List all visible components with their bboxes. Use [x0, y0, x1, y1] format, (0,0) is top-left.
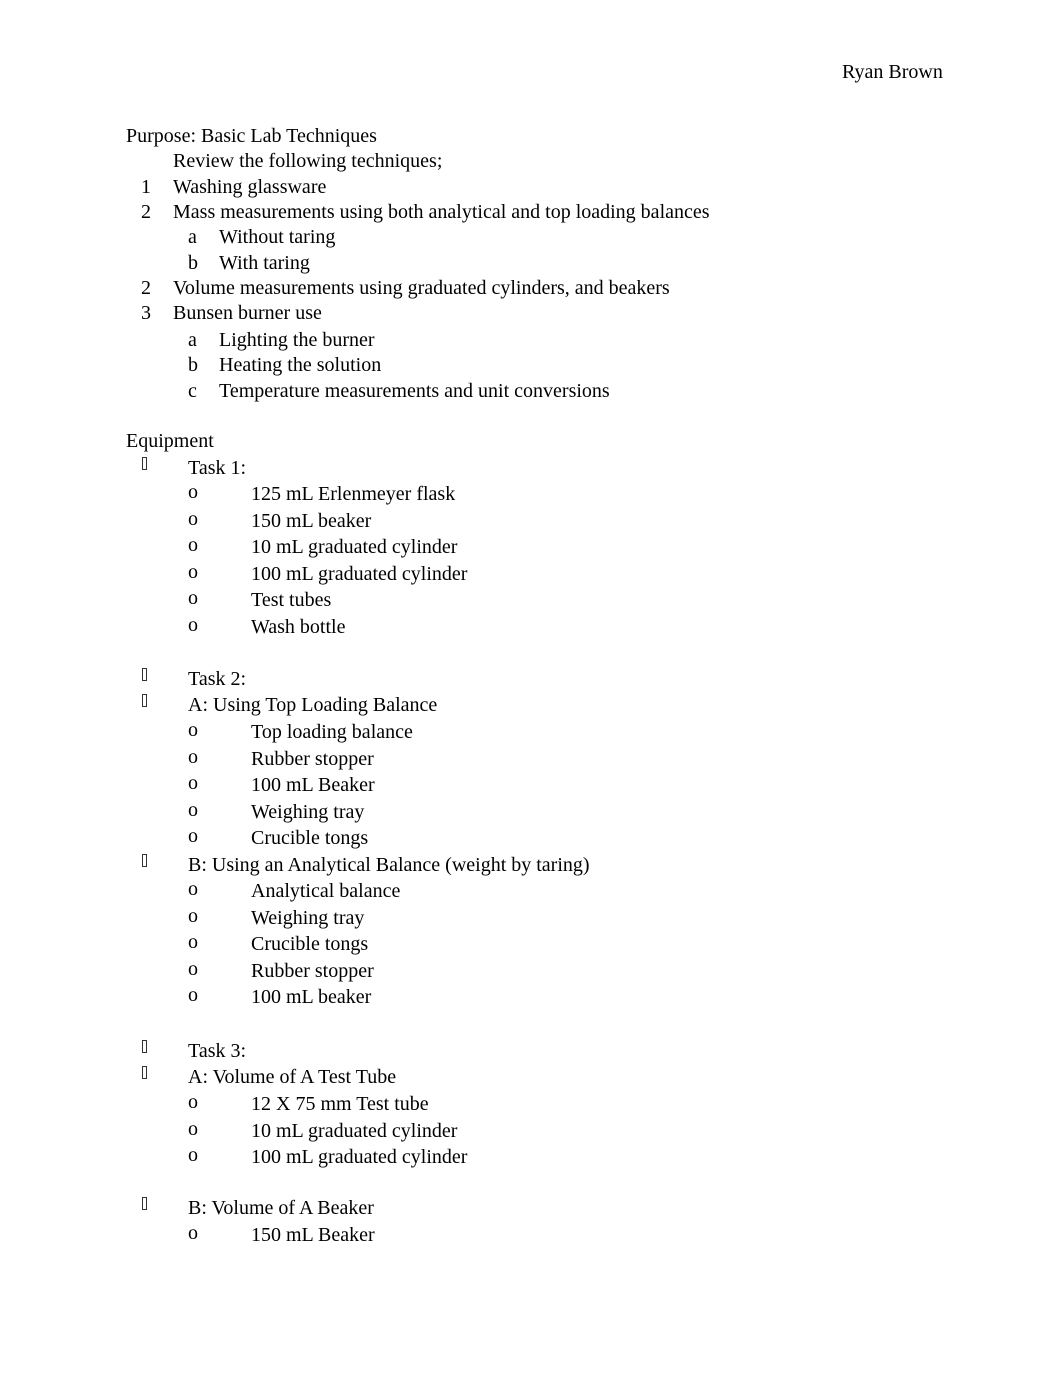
equipment-item: 150 mL Beaker	[251, 1224, 375, 1246]
sub-bullet-icon: o	[188, 1222, 198, 1244]
equipment-item: Top loading balance	[251, 721, 413, 743]
sub-bullet-icon: o	[188, 746, 198, 768]
equipment-item: Wash bottle	[251, 616, 346, 638]
bullet-icon	[142, 692, 147, 716]
equipment-item: Rubber stopper	[251, 748, 374, 770]
equipment-item: 150 mL beaker	[251, 510, 372, 532]
sub-bullet-icon: o	[188, 561, 198, 583]
sub-bullet-icon: o	[188, 905, 198, 927]
list-marker: 3	[141, 302, 151, 324]
equipment-item: Rubber stopper	[251, 960, 374, 982]
sub-bullet-icon: o	[188, 799, 198, 821]
equipment-item: Analytical balance	[251, 880, 401, 902]
list-subitem: Without taring	[219, 226, 336, 248]
list-item: Washing glassware	[173, 176, 327, 198]
list-marker: b	[188, 354, 198, 376]
purpose-title: Purpose: Basic Lab Techniques	[126, 125, 377, 147]
equipment-item: 100 mL beaker	[251, 986, 372, 1008]
list-subitem: Lighting the burner	[219, 329, 375, 351]
equipment-item: 10 mL graduated cylinder	[251, 1120, 458, 1142]
equipment-item: 10 mL graduated cylinder	[251, 536, 458, 558]
task-label: Task 2:	[188, 668, 247, 690]
sub-bullet-icon: o	[188, 614, 198, 636]
list-subitem: With taring	[219, 252, 310, 274]
header-author: Ryan Brown	[842, 61, 943, 83]
list-subitem: Heating the solution	[219, 354, 382, 376]
sub-bullet-icon: o	[188, 825, 198, 847]
list-marker: c	[188, 380, 197, 402]
bullet-icon	[142, 666, 147, 690]
equipment-item: Weighing tray	[251, 801, 365, 823]
list-item: Bunsen burner use	[173, 302, 322, 324]
equipment-item: Weighing tray	[251, 907, 365, 929]
subtask-label: B: Using an Analytical Balance (weight b…	[188, 854, 590, 876]
task-label: Task 3:	[188, 1040, 247, 1062]
bullet-icon	[142, 1064, 147, 1088]
sub-bullet-icon: o	[188, 931, 198, 953]
equipment-item: 100 mL graduated cylinder	[251, 1146, 468, 1168]
sub-bullet-icon: o	[188, 481, 198, 503]
equipment-item: 12 X 75 mm Test tube	[251, 1093, 429, 1115]
subtask-label: A: Volume of A Test Tube	[188, 1066, 397, 1088]
equipment-item: 125 mL Erlenmeyer flask	[251, 483, 456, 505]
list-marker: 2	[141, 201, 151, 223]
list-marker: 1	[141, 176, 151, 198]
equipment-item: 100 mL Beaker	[251, 774, 375, 796]
list-marker: a	[188, 329, 197, 351]
sub-bullet-icon: o	[188, 958, 198, 980]
equipment-item: Crucible tongs	[251, 827, 369, 849]
sub-bullet-icon: o	[188, 508, 198, 530]
sub-bullet-icon: o	[188, 1144, 198, 1166]
sub-bullet-icon: o	[188, 1118, 198, 1140]
subtask-label: B: Volume of A Beaker	[188, 1197, 374, 1219]
equipment-item: Test tubes	[251, 589, 332, 611]
sub-bullet-icon: o	[188, 534, 198, 556]
sub-bullet-icon: o	[188, 1091, 198, 1113]
list-marker: 2	[141, 277, 151, 299]
sub-bullet-icon: o	[188, 587, 198, 609]
sub-bullet-icon: o	[188, 772, 198, 794]
bullet-icon	[142, 1038, 147, 1062]
purpose-intro: Review the following techniques;	[173, 150, 443, 172]
bullet-icon	[142, 852, 147, 876]
task-label: Task 1:	[188, 457, 247, 479]
sub-bullet-icon: o	[188, 984, 198, 1006]
bullet-icon	[142, 1195, 147, 1219]
sub-bullet-icon: o	[188, 878, 198, 900]
list-subitem: Temperature measurements and unit conver…	[219, 380, 610, 402]
bullet-icon	[142, 455, 147, 479]
sub-bullet-icon: o	[188, 719, 198, 741]
equipment-item: Crucible tongs	[251, 933, 369, 955]
subtask-label: A: Using Top Loading Balance	[188, 694, 438, 716]
list-item: Mass measurements using both analytical …	[173, 201, 710, 223]
equipment-title: Equipment	[126, 430, 214, 452]
list-marker: a	[188, 226, 197, 248]
list-marker: b	[188, 252, 198, 274]
equipment-item: 100 mL graduated cylinder	[251, 563, 468, 585]
list-item: Volume measurements using graduated cyli…	[173, 277, 670, 299]
